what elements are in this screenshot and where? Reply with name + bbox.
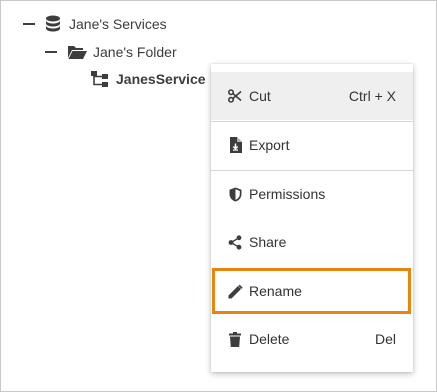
- tree-node-service[interactable]: JanesService: [90, 68, 206, 90]
- tree-node-folder[interactable]: Jane's Folder: [45, 41, 177, 63]
- menu-item-label: Cut: [249, 88, 271, 104]
- scissors-icon: [227, 88, 243, 104]
- menu-item-label: Delete: [249, 331, 290, 347]
- trash-icon: [227, 331, 243, 347]
- menu-item-shortcut: Ctrl + X: [348, 88, 396, 104]
- menu-item-cut[interactable]: Cut Ctrl + X: [211, 72, 413, 120]
- tree-folder-label: Jane's Folder: [93, 44, 177, 60]
- service-hierarchy-icon: [90, 70, 110, 88]
- window-frame: Jane's Services Jane's Folder JanesServi…: [0, 0, 437, 392]
- rename-highlight-outline: [212, 268, 411, 314]
- menu-item-label: Permissions: [249, 186, 326, 202]
- database-icon: [45, 15, 61, 33]
- menu-item-delete[interactable]: Delete Del: [211, 315, 413, 363]
- menu-item-label: Export: [249, 137, 290, 153]
- menu-item-export[interactable]: Export: [211, 121, 413, 169]
- tree-service-label: JanesService: [116, 71, 206, 87]
- export-file-icon: [227, 137, 243, 153]
- context-menu: Cut Ctrl + X Export Permissions Share Re…: [211, 64, 413, 372]
- menu-item-shortcut: Del: [374, 331, 396, 347]
- shield-icon: [227, 186, 243, 202]
- menu-item-label: Share: [249, 234, 287, 250]
- menu-item-share[interactable]: Share: [211, 218, 413, 266]
- menu-item-permissions[interactable]: Permissions: [211, 170, 413, 218]
- collapse-icon[interactable]: [45, 51, 57, 53]
- tree-root-label: Jane's Services: [69, 16, 167, 32]
- open-folder-icon: [67, 44, 87, 60]
- tree-node-root[interactable]: Jane's Services: [23, 13, 167, 35]
- collapse-icon[interactable]: [23, 23, 35, 25]
- share-icon: [227, 234, 243, 250]
